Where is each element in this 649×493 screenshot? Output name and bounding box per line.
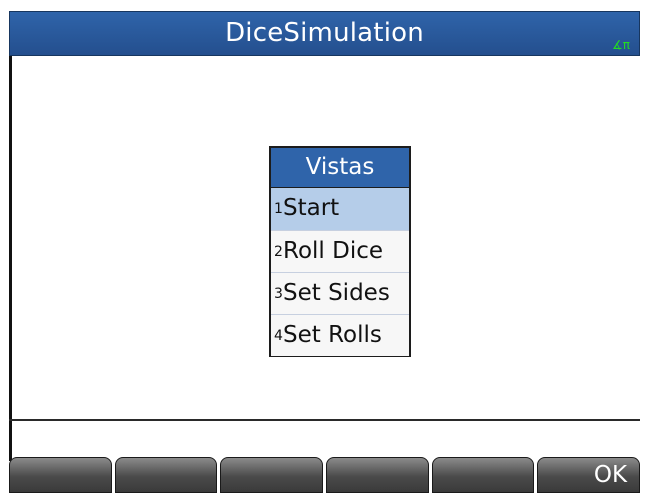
bottom-divider xyxy=(9,419,640,421)
angle-mode-icon: ∡π xyxy=(612,38,630,52)
softkey-5[interactable] xyxy=(431,457,535,493)
title-bar: DiceSimulation ∡π xyxy=(9,11,640,56)
menu-item-number: 3 xyxy=(274,286,283,302)
menu-item-roll-dice[interactable]: 2Roll Dice xyxy=(271,230,409,272)
menu-item-start[interactable]: 1Start xyxy=(271,188,409,230)
softkey-4[interactable] xyxy=(326,457,429,493)
menu-title: Vistas xyxy=(271,148,409,188)
menu-item-number: 2 xyxy=(274,244,283,260)
views-menu: Vistas 1Start 2Roll Dice 3Set Sides 4Set… xyxy=(269,146,411,357)
menu-item-label: Set Rolls xyxy=(283,322,382,348)
menu-item-number: 4 xyxy=(274,328,283,344)
menu-item-label: Start xyxy=(283,195,340,221)
menu-item-set-rolls[interactable]: 4Set Rolls xyxy=(271,314,409,356)
softkey-3[interactable] xyxy=(220,457,324,493)
calculator-screen: DiceSimulation ∡π Vistas 1Start 2Roll Di… xyxy=(0,0,649,493)
menu-item-label: Set Sides xyxy=(283,280,390,306)
menu-item-set-sides[interactable]: 3Set Sides xyxy=(271,272,409,314)
softkey-bar: OK xyxy=(9,457,641,493)
softkey-2[interactable] xyxy=(114,457,218,493)
ok-button[interactable]: OK xyxy=(537,457,641,493)
app-title: DiceSimulation xyxy=(225,18,424,48)
menu-item-label: Roll Dice xyxy=(283,238,384,264)
menu-item-number: 1 xyxy=(274,201,283,217)
softkey-1[interactable] xyxy=(9,457,112,493)
left-edge-marker xyxy=(9,56,12,461)
